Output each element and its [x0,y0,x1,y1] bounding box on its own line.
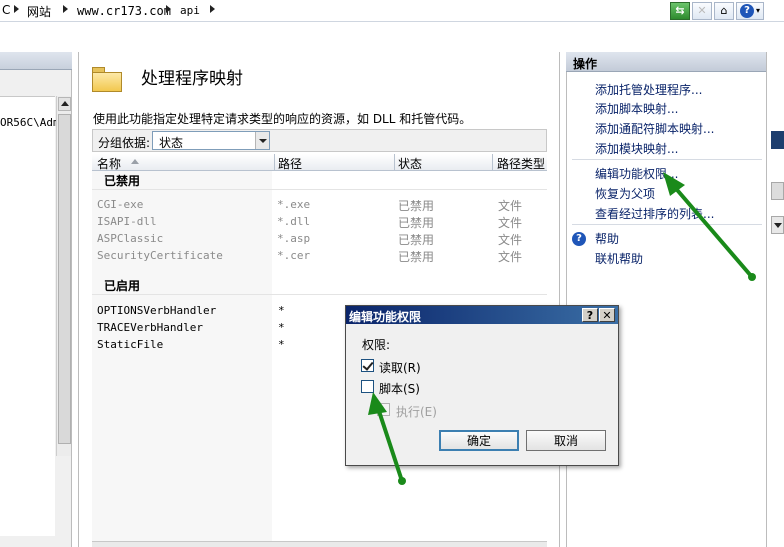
row-name[interactable]: ISAPI-dll [97,215,157,228]
read-checkbox-label[interactable]: 读取(R) [379,359,421,376]
right-edge-pane [766,52,784,547]
refresh-icon[interactable]: ⇆ [670,1,690,20]
row-state: 已禁用 [398,216,435,230]
breadcrumb-arrow-icon[interactable] [14,5,19,13]
row-state: 已禁用 [398,250,435,264]
edge-panel-fragment [771,131,784,149]
row-state: 已禁用 [398,199,435,213]
dialog-close-button[interactable]: ✕ [599,308,615,322]
row-path: * [278,321,285,334]
dialog-help-button[interactable]: ? [582,308,598,322]
execute-checkbox [377,403,390,416]
actions-title: 操作 [573,57,598,71]
action-add-managed-handler[interactable]: 添加托管处理程序... [595,81,702,98]
help-icon: ? [572,230,586,246]
actions-divider [572,224,762,225]
group-by-label: 分组依据: [98,136,151,150]
breadcrumb-arrow-icon[interactable] [166,5,171,13]
row-name[interactable]: CGI-exe [97,198,143,211]
connections-pane-header [0,52,72,70]
scroll-up-icon[interactable] [58,97,71,111]
row-path: *.exe [277,198,311,211]
action-add-script-map[interactable]: 添加脚本映射... [595,100,678,117]
breadcrumb-item-site[interactable]: www.cr173.com [77,4,171,18]
help-icon: ? [739,3,754,18]
cancel-button[interactable]: 取消 [526,430,606,451]
actions-divider [572,159,762,160]
permissions-label: 权限: [362,338,391,352]
column-divider[interactable] [492,154,493,171]
row-path-type: 文件 [498,199,523,213]
row-name[interactable]: ASPClassic [97,232,163,245]
read-checkbox[interactable] [361,359,374,372]
group-divider [92,189,547,190]
column-divider[interactable] [274,154,275,171]
row-state: 已禁用 [398,233,435,247]
connections-tree[interactable] [0,96,55,536]
content-band [0,22,784,52]
row-path-type: 文件 [498,216,523,230]
help-menu-button[interactable]: ? ▾ [736,1,764,20]
breadcrumb-arrow-icon[interactable] [210,5,215,13]
edge-panel-fragment [771,182,784,200]
action-revert-to-parent[interactable]: 恢复为父项 [595,185,655,202]
action-view-ordered-list[interactable]: 查看经过排序的列表... [595,205,714,222]
row-name[interactable]: SecurityCertificate [97,249,223,262]
action-edit-feature-permissions[interactable]: 编辑功能权限... [595,165,678,182]
group-by-value: 状态 [159,136,184,150]
column-header-path[interactable]: 路径 [278,155,302,172]
horizontal-scrollbar[interactable] [92,541,547,547]
breadcrumb-item-app[interactable]: api [180,4,200,17]
stop-icon: ✕ [692,1,712,20]
script-checkbox[interactable] [361,380,374,393]
chevron-down-icon[interactable] [255,132,269,149]
toolbar: ⇆ ✕ ⌂ ? ▾ [670,0,764,21]
ok-button[interactable]: 确定 [439,430,519,451]
row-path-type: 文件 [498,233,523,247]
group-header-disabled: 已禁用 [104,174,141,188]
breadcrumb-item-server[interactable]: C [2,3,10,17]
tree-node-server[interactable]: OR56C\Adm [0,116,60,129]
group-by-select[interactable]: 状态 [152,131,270,150]
action-help[interactable]: 帮助 [595,230,619,247]
chevron-down-icon: ▾ [755,6,760,15]
action-add-module-map[interactable]: 添加模块映射... [595,140,678,157]
breadcrumb-item-sites[interactable]: 网站 [27,3,51,20]
dialog-title: 编辑功能权限 [349,310,422,324]
column-header-path-type[interactable]: 路径类型 [497,155,545,172]
row-path-type: 文件 [498,250,523,264]
column-divider[interactable] [394,154,395,171]
group-header-enabled: 已启用 [104,279,141,293]
row-path: *.asp [277,232,311,245]
row-name[interactable]: OPTIONSVerbHandler [97,304,216,317]
page-description: 使用此功能指定处理特定请求类型的响应的资源，如 DLL 和托管代码。 [93,112,472,126]
execute-checkbox-label: 执行(E) [396,405,437,419]
address-bar: C 网站 www.cr173.com api ⇆ ✕ ⌂ ? ▾ [0,0,784,22]
scroll-thumb[interactable] [58,114,71,444]
row-path: *.dll [277,215,311,228]
breadcrumb-arrow-icon[interactable] [63,5,68,13]
row-name[interactable]: StaticFile [97,338,163,351]
script-checkbox-label[interactable]: 脚本(S) [379,380,420,397]
row-name[interactable]: TRACEVerbHandler [97,321,203,334]
row-path: * [278,338,285,351]
home-icon[interactable]: ⌂ [714,1,734,20]
column-header-row [92,154,547,171]
column-header-state[interactable]: 状态 [398,155,422,172]
row-path: * [278,304,285,317]
row-path: *.cer [277,249,311,262]
group-divider [92,294,547,295]
page-title: 处理程序映射 [141,69,243,89]
sort-ascending-icon [131,159,139,164]
action-online-help[interactable]: 联机帮助 [595,250,643,267]
folder-icon [92,67,122,92]
column-header-name[interactable]: 名称 [97,155,121,172]
chevron-down-icon[interactable] [771,216,784,234]
action-add-wildcard-script-map[interactable]: 添加通配符脚本映射... [595,120,714,137]
connections-scrollbar[interactable] [56,96,71,456]
